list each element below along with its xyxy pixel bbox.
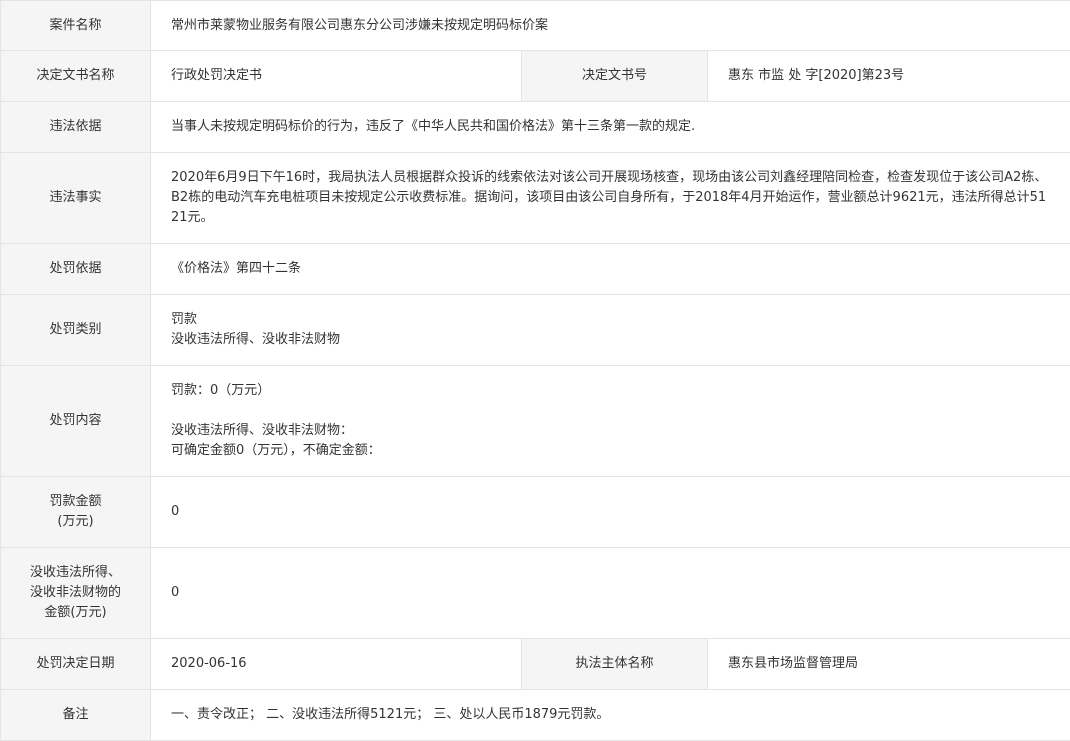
- facts-label: 违法事实: [1, 153, 151, 244]
- remarks-value: 一、责令改正； 二、没收违法所得5121元； 三、处以人民币1879元罚款。: [151, 690, 1070, 741]
- doc-number-value: 惠东 市监 处 字[2020]第23号: [708, 51, 1070, 102]
- fine-amount-label: 罚款金额 (万元): [1, 477, 151, 548]
- row-remarks: 备注 一、责令改正； 二、没收违法所得5121元； 三、处以人民币1879元罚款…: [1, 690, 1070, 741]
- row-document: 决定文书名称 行政处罚决定书 决定文书号 惠东 市监 处 字[2020]第23号: [1, 51, 1070, 102]
- decision-date-value: 2020-06-16: [151, 639, 522, 690]
- confiscation-amount-label: 没收违法所得、 没收非法财物的 金额(万元): [1, 548, 151, 639]
- fine-amount-label-unit: (万元): [7, 512, 144, 532]
- decision-date-label: 处罚决定日期: [1, 639, 151, 690]
- doc-name-value: 行政处罚决定书: [151, 51, 522, 102]
- penalty-type-value: 罚款 没收违法所得、没收非法财物: [151, 295, 1070, 366]
- fine-amount-label-line: 罚款金额: [7, 492, 144, 512]
- confiscation-amount-value: 0: [151, 548, 1070, 639]
- case-name-label: 案件名称: [1, 1, 151, 51]
- penalty-type-label: 处罚类别: [1, 295, 151, 366]
- remarks-label: 备注: [1, 690, 151, 741]
- doc-number-label: 决定文书号: [522, 51, 708, 102]
- row-penalty-content: 处罚内容 罚款：0（万元） 没收违法所得、没收非法财物： 可确定金额0（万元），…: [1, 366, 1070, 477]
- row-penalty-basis: 处罚依据 《价格法》第四十二条: [1, 244, 1070, 295]
- penalty-content-amount-line: 可确定金额0（万元），不确定金额：: [171, 441, 1051, 461]
- confiscation-label-line: 金额(万元): [7, 603, 144, 623]
- row-facts: 违法事实 2020年6月9日下午16时，我局执法人员根据群众投诉的线索依法对该公…: [1, 153, 1070, 244]
- confiscation-label-line: 没收非法财物的: [7, 583, 144, 603]
- penalty-type-line: 没收违法所得、没收非法财物: [171, 330, 1051, 350]
- penalty-content-label: 处罚内容: [1, 366, 151, 477]
- penalty-type-line: 罚款: [171, 310, 1051, 330]
- penalty-record-table: 案件名称 常州市莱蒙物业服务有限公司惠东分公司涉嫌未按规定明码标价案 决定文书名…: [0, 0, 1070, 741]
- row-fine-amount: 罚款金额 (万元) 0: [1, 477, 1070, 548]
- penalty-basis-value: 《价格法》第四十二条: [151, 244, 1070, 295]
- fine-amount-value: 0: [151, 477, 1070, 548]
- row-legal-basis: 违法依据 当事人未按规定明码标价的行为，违反了《中华人民共和国价格法》第十三条第…: [1, 102, 1070, 153]
- penalty-content-fine-line: 罚款：0（万元）: [171, 381, 1051, 401]
- penalty-content-confiscation-line: 没收违法所得、没收非法财物：: [171, 421, 1051, 441]
- blank-line: [171, 401, 1051, 421]
- row-decision: 处罚决定日期 2020-06-16 执法主体名称 惠东县市场监督管理局: [1, 639, 1070, 690]
- penalty-content-value: 罚款：0（万元） 没收违法所得、没收非法财物： 可确定金额0（万元），不确定金额…: [151, 366, 1070, 477]
- confiscation-label-line: 没收违法所得、: [7, 563, 144, 583]
- facts-value: 2020年6月9日下午16时，我局执法人员根据群众投诉的线索依法对该公司开展现场…: [151, 153, 1070, 244]
- case-name-value: 常州市莱蒙物业服务有限公司惠东分公司涉嫌未按规定明码标价案: [151, 1, 1070, 51]
- row-confiscation-amount: 没收违法所得、 没收非法财物的 金额(万元) 0: [1, 548, 1070, 639]
- penalty-basis-label: 处罚依据: [1, 244, 151, 295]
- enforcement-body-label: 执法主体名称: [522, 639, 708, 690]
- legal-basis-value: 当事人未按规定明码标价的行为，违反了《中华人民共和国价格法》第十三条第一款的规定…: [151, 102, 1070, 153]
- doc-name-label: 决定文书名称: [1, 51, 151, 102]
- row-penalty-type: 处罚类别 罚款 没收违法所得、没收非法财物: [1, 295, 1070, 366]
- legal-basis-label: 违法依据: [1, 102, 151, 153]
- row-case-name: 案件名称 常州市莱蒙物业服务有限公司惠东分公司涉嫌未按规定明码标价案: [1, 1, 1070, 51]
- enforcement-body-value: 惠东县市场监督管理局: [708, 639, 1070, 690]
